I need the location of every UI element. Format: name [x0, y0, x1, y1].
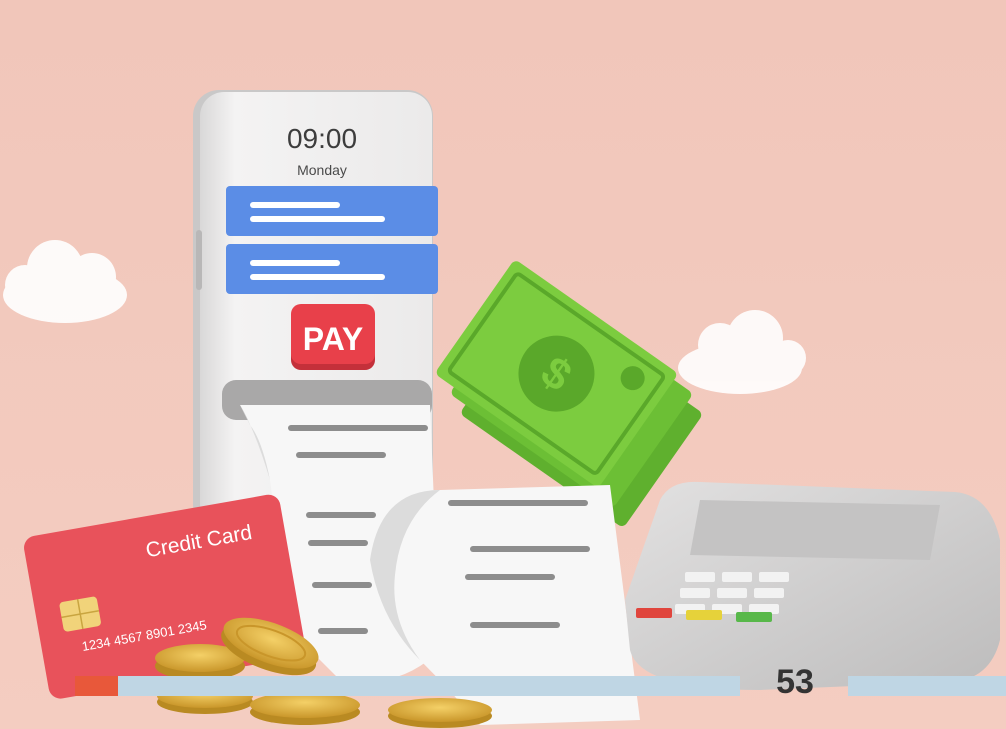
phone-clock: 09:00 — [287, 123, 357, 154]
notification-bar — [226, 186, 438, 236]
footer-blue-bar-left — [118, 676, 740, 696]
footer-blue-bar-right — [848, 676, 1006, 696]
page-number: 53 — [776, 663, 814, 701]
keypad — [675, 572, 789, 614]
phone-day: Monday — [297, 162, 347, 178]
footer-bar — [75, 676, 1006, 696]
footer-orange-accent — [75, 676, 118, 696]
pay-button-label: PAY — [303, 321, 363, 357]
payment-illustration: $ 09:00 Monday PAY Credit Card 1234 4567… — [0, 0, 1006, 729]
payment-terminal — [625, 481, 1000, 690]
notification-bar — [226, 244, 438, 294]
